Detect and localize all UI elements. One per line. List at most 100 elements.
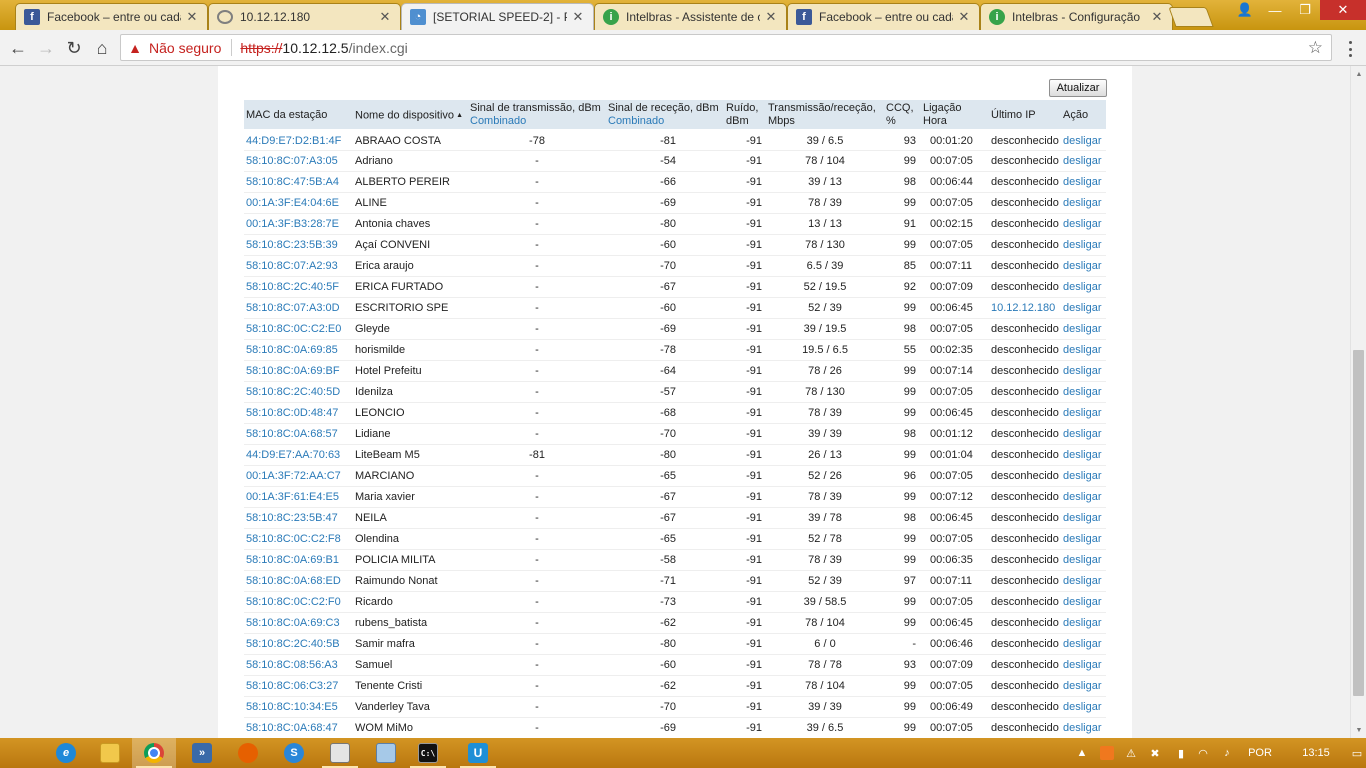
tab-ip-180[interactable]: 10.12.12.180 ✕ bbox=[208, 3, 401, 30]
start-button[interactable] bbox=[0, 738, 44, 768]
station-mac-link[interactable]: 58:10:8C:07:A2:93 bbox=[244, 255, 353, 277]
warning-icon[interactable]: ▲ bbox=[127, 40, 143, 56]
station-mac-link[interactable]: 58:10:8C:0C:C2:E0 bbox=[244, 318, 353, 340]
col-ccq[interactable]: CCQ,% bbox=[884, 100, 921, 129]
close-tab-icon[interactable]: ✕ bbox=[185, 9, 199, 25]
col-tx-signal[interactable]: Sinal de transmissão, dBm Combinado bbox=[468, 100, 606, 129]
last-ip-value[interactable]: 10.12.12.180 bbox=[989, 297, 1061, 319]
disconnect-link[interactable]: desligar bbox=[1061, 633, 1106, 655]
taskbar-skype[interactable]: S bbox=[272, 738, 316, 768]
reload-icon[interactable]: ↻ bbox=[62, 36, 86, 60]
disconnect-link[interactable]: desligar bbox=[1061, 486, 1106, 508]
home-icon[interactable]: ⌂ bbox=[90, 36, 114, 60]
station-mac-link[interactable]: 58:10:8C:07:A3:05 bbox=[244, 150, 353, 172]
back-arrow-icon[interactable]: ← bbox=[6, 36, 30, 60]
disconnect-link[interactable]: desligar bbox=[1061, 255, 1106, 277]
station-mac-link[interactable]: 00:1A:3F:72:AA:C7 bbox=[244, 465, 353, 487]
disconnect-link[interactable]: desligar bbox=[1061, 171, 1106, 193]
disconnect-link[interactable]: desligar bbox=[1061, 339, 1106, 361]
disconnect-link[interactable]: desligar bbox=[1061, 591, 1106, 613]
language-indicator[interactable]: POR bbox=[1244, 738, 1276, 768]
close-tab-icon[interactable]: ✕ bbox=[378, 9, 392, 25]
disconnect-link[interactable]: desligar bbox=[1061, 297, 1106, 319]
disconnect-link[interactable]: desligar bbox=[1061, 528, 1106, 550]
volume-tray-icon[interactable]: ♪ bbox=[1218, 738, 1236, 768]
disconnect-link[interactable]: desligar bbox=[1061, 423, 1106, 445]
station-mac-link[interactable]: 58:10:8C:0A:69:B1 bbox=[244, 549, 353, 571]
disconnect-link[interactable]: desligar bbox=[1061, 318, 1106, 340]
disconnect-link[interactable]: desligar bbox=[1061, 129, 1106, 151]
station-mac-link[interactable]: 58:10:8C:06:C3:27 bbox=[244, 675, 353, 697]
col-last-ip[interactable]: Último IP bbox=[989, 100, 1061, 129]
station-mac-link[interactable]: 58:10:8C:0A:69:C3 bbox=[244, 612, 353, 634]
no-network-tray-icon[interactable]: ✖ bbox=[1146, 738, 1164, 768]
avast-tray-icon[interactable] bbox=[1098, 738, 1116, 768]
tab-intelbras-assistente[interactable]: i Intelbras - Assistente de configuração… bbox=[594, 3, 787, 30]
station-mac-link[interactable]: 58:10:8C:0A:69:BF bbox=[244, 360, 353, 382]
disconnect-link[interactable]: desligar bbox=[1061, 234, 1106, 256]
scroll-up-arrow-icon[interactable]: ▲ bbox=[1351, 66, 1366, 82]
disconnect-link[interactable]: desligar bbox=[1061, 360, 1106, 382]
disconnect-link[interactable]: desligar bbox=[1061, 570, 1106, 592]
taskbar-powershell[interactable]: » bbox=[180, 738, 224, 768]
security-label[interactable]: Não seguro bbox=[149, 40, 221, 56]
disconnect-link[interactable]: desligar bbox=[1061, 444, 1106, 466]
close-window-icon[interactable]: ✕ bbox=[1320, 0, 1366, 20]
browser-menu-icon[interactable] bbox=[1340, 39, 1360, 59]
disconnect-link[interactable]: desligar bbox=[1061, 381, 1106, 403]
col-rate[interactable]: Transmissão/receção, Mbps bbox=[766, 100, 884, 129]
station-mac-link[interactable]: 58:10:8C:0D:48:47 bbox=[244, 402, 353, 424]
disconnect-link[interactable]: desligar bbox=[1061, 192, 1106, 214]
disconnect-link[interactable]: desligar bbox=[1061, 507, 1106, 529]
close-tab-icon[interactable]: ✕ bbox=[957, 9, 971, 25]
disconnect-link[interactable]: desligar bbox=[1061, 612, 1106, 634]
station-mac-link[interactable]: 00:1A:3F:B3:28:7E bbox=[244, 213, 353, 235]
disconnect-link[interactable]: desligar bbox=[1061, 276, 1106, 298]
tab-setorial-speed[interactable]: ◔ [SETORIAL SPEED-2] - Principal ✕ bbox=[401, 3, 594, 30]
col-connection-time[interactable]: Ligação Hora bbox=[921, 100, 989, 129]
taskbar-command-prompt[interactable]: C:\ bbox=[406, 738, 450, 768]
taskbar-chrome[interactable] bbox=[132, 738, 176, 768]
station-mac-link[interactable]: 00:1A:3F:E4:04:6E bbox=[244, 192, 353, 214]
notifications-tray-icon[interactable]: ▭ bbox=[1348, 738, 1366, 768]
station-mac-link[interactable]: 58:10:8C:0A:68:ED bbox=[244, 570, 353, 592]
system-clock[interactable]: 13:15 bbox=[1296, 738, 1336, 768]
tab-facebook-1[interactable]: f Facebook – entre ou cadastre-se ✕ bbox=[15, 3, 208, 30]
station-mac-link[interactable]: 58:10:8C:2C:40:5D bbox=[244, 381, 353, 403]
station-mac-link[interactable]: 58:10:8C:47:5B:A4 bbox=[244, 171, 353, 193]
col-device-name[interactable]: Nome do dispositivo ▲ bbox=[353, 100, 468, 129]
station-mac-link[interactable]: 00:1A:3F:61:E4:E5 bbox=[244, 486, 353, 508]
network-warning-tray-icon[interactable]: ⚠ bbox=[1122, 738, 1140, 768]
station-mac-link[interactable]: 58:10:8C:07:A3:0D bbox=[244, 297, 353, 319]
maximize-window-icon[interactable]: ❐ bbox=[1290, 0, 1320, 20]
taskbar-internet-explorer[interactable]: e bbox=[44, 738, 88, 768]
address-bar[interactable]: ▲ Não seguro https:// 10.12.12.5 /index.… bbox=[120, 34, 1332, 61]
disconnect-link[interactable]: desligar bbox=[1061, 213, 1106, 235]
minimize-window-icon[interactable]: — bbox=[1260, 0, 1290, 20]
station-mac-link[interactable]: 58:10:8C:0A:68:47 bbox=[244, 717, 353, 738]
disconnect-link[interactable]: desligar bbox=[1061, 549, 1106, 571]
forward-arrow-icon[interactable]: → bbox=[34, 36, 58, 60]
disconnect-link[interactable]: desligar bbox=[1061, 150, 1106, 172]
scrollbar-thumb[interactable] bbox=[1353, 350, 1364, 696]
disconnect-link[interactable]: desligar bbox=[1061, 465, 1106, 487]
station-mac-link[interactable]: 58:10:8C:0C:C2:F8 bbox=[244, 528, 353, 550]
station-mac-link[interactable]: 58:10:8C:23:5B:47 bbox=[244, 507, 353, 529]
taskbar-ubiquiti[interactable]: U bbox=[456, 738, 500, 768]
station-mac-link[interactable]: 58:10:8C:0A:68:57 bbox=[244, 423, 353, 445]
taskbar-file-explorer[interactable] bbox=[88, 738, 132, 768]
new-tab-button[interactable] bbox=[1168, 7, 1214, 27]
taskbar-network-tool[interactable] bbox=[318, 738, 362, 768]
scroll-down-arrow-icon[interactable]: ▼ bbox=[1351, 722, 1366, 738]
station-mac-link[interactable]: 44:D9:E7:D2:B1:4F bbox=[244, 129, 353, 151]
wifi-tray-icon[interactable]: ◠ bbox=[1194, 738, 1212, 768]
disconnect-link[interactable]: desligar bbox=[1061, 717, 1106, 738]
disconnect-link[interactable]: desligar bbox=[1061, 654, 1106, 676]
station-mac-link[interactable]: 58:10:8C:2C:40:5F bbox=[244, 276, 353, 298]
col-noise[interactable]: Ruído, dBm bbox=[724, 100, 766, 129]
taskbar-firefox[interactable] bbox=[226, 738, 270, 768]
bookmark-star-icon[interactable]: ☆ bbox=[1308, 38, 1323, 58]
tab-facebook-2[interactable]: f Facebook – entre ou cadastre-se ✕ bbox=[787, 3, 980, 30]
disconnect-link[interactable]: desligar bbox=[1061, 675, 1106, 697]
disconnect-link[interactable]: desligar bbox=[1061, 402, 1106, 424]
